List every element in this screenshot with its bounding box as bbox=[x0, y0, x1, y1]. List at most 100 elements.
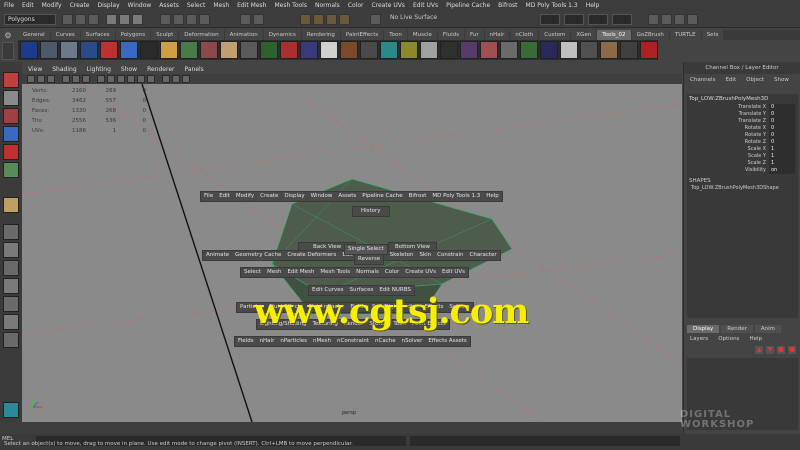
camera-attributes-icon[interactable] bbox=[27, 75, 35, 83]
shelf-tab-fur[interactable]: Fur bbox=[464, 30, 484, 40]
shelf-tab-fluids[interactable]: Fluids bbox=[437, 30, 464, 40]
hotbox-item-assets[interactable]: Assets bbox=[338, 191, 356, 202]
hotbox-item-constrain[interactable]: Constrain bbox=[437, 250, 463, 261]
shelf-tab-sculpt[interactable]: Sculpt bbox=[151, 30, 179, 40]
hotbox-item-file[interactable]: File bbox=[204, 191, 213, 202]
menu-modify[interactable]: Modify bbox=[42, 2, 62, 9]
grid-toggle-icon[interactable] bbox=[62, 75, 70, 83]
menu-color[interactable]: Color bbox=[348, 2, 364, 9]
shelf-tool-icon[interactable] bbox=[160, 41, 178, 59]
hotbox-item-help[interactable]: Help bbox=[486, 191, 499, 202]
z-field[interactable] bbox=[612, 14, 632, 25]
shelf-tab-gozbrush[interactable]: GoZBrush bbox=[631, 30, 669, 40]
shelf-tab-polygons[interactable]: Polygons bbox=[115, 30, 151, 40]
channel-tab-show[interactable]: Show bbox=[774, 74, 789, 86]
select-hierarchy-icon[interactable] bbox=[106, 14, 117, 25]
hotbox-ndynamics-menus[interactable]: Fields nHair nParticles nMesh nConstraint nCa… bbox=[234, 336, 471, 347]
menu-select[interactable]: Select bbox=[187, 2, 206, 9]
shelf-tool-icon[interactable] bbox=[260, 41, 278, 59]
attr-value[interactable]: 1 bbox=[769, 160, 795, 167]
shelf-tab-curves[interactable]: Curves bbox=[50, 30, 80, 40]
shelf-tool-icon[interactable] bbox=[300, 41, 318, 59]
hotbox-item-edit[interactable]: Edit bbox=[219, 191, 230, 202]
attr-row-rotate-y[interactable]: Rotate Y0 bbox=[687, 132, 798, 139]
toggle-sidebar-icon[interactable] bbox=[648, 14, 659, 25]
layout-icon-b[interactable] bbox=[3, 332, 19, 348]
resolution-gate-icon[interactable] bbox=[82, 75, 90, 83]
hotbox-reverse[interactable]: Reverse bbox=[354, 254, 385, 265]
transform-mode-field[interactable] bbox=[540, 14, 560, 25]
four-view-icon[interactable] bbox=[3, 242, 19, 258]
menu-md-poly-tools-1-3[interactable]: MD Poly Tools 1.3 bbox=[526, 2, 578, 9]
xray-icon[interactable] bbox=[162, 75, 170, 83]
attr-value[interactable]: on bbox=[769, 167, 795, 174]
menu-edit-mesh[interactable]: Edit Mesh bbox=[237, 2, 266, 9]
panel-menu-show[interactable]: Show bbox=[121, 65, 137, 74]
shelf-tab-painteffects[interactable]: PaintEffects bbox=[340, 30, 384, 40]
shelf-tool-icon[interactable] bbox=[100, 41, 118, 59]
attr-value[interactable]: 0 bbox=[769, 139, 795, 146]
attr-row-rotate-z[interactable]: Rotate Z0 bbox=[687, 139, 798, 146]
hotbox-modeling-menus[interactable]: Select Mesh Edit Mesh Mesh Tools Normals Colo… bbox=[240, 267, 470, 278]
layer-tab-render[interactable]: Render bbox=[721, 325, 753, 333]
channel-tab-edit[interactable]: Edit bbox=[725, 74, 736, 86]
image-plane-icon[interactable] bbox=[47, 75, 55, 83]
wireframe-on-shaded-icon[interactable] bbox=[117, 75, 125, 83]
snap-grid-icon[interactable] bbox=[160, 14, 171, 25]
hotbox-item-pipeline-cache[interactable]: Pipeline Cache bbox=[362, 191, 402, 202]
shelf-tool-icon[interactable] bbox=[640, 41, 658, 59]
attr-row-scale-x[interactable]: Scale X1 bbox=[687, 146, 798, 153]
attr-value[interactable]: 1 bbox=[769, 153, 795, 160]
layer-menu-layers[interactable]: Layers bbox=[690, 336, 708, 342]
snap-view-plane-icon[interactable] bbox=[199, 14, 210, 25]
channel-tab-channels[interactable]: Channels bbox=[690, 74, 715, 86]
persp-graph-icon[interactable] bbox=[3, 278, 19, 294]
render-settings-icon[interactable] bbox=[339, 14, 350, 25]
shelf-tab-muscle[interactable]: Muscle bbox=[407, 30, 437, 40]
hotbox-item-character[interactable]: Character bbox=[470, 250, 497, 261]
hotbox-item-skeleton[interactable]: Skeleton bbox=[390, 250, 414, 261]
shelf-tab-sets[interactable]: Sets bbox=[701, 30, 724, 40]
panel-menu-lighting[interactable]: Lighting bbox=[87, 65, 111, 74]
shelf-tab-ncloth[interactable]: nCloth bbox=[510, 30, 539, 40]
shelf-tool-icon[interactable] bbox=[40, 41, 58, 59]
x-field[interactable] bbox=[564, 14, 584, 25]
hotbox-item-window[interactable]: Window bbox=[311, 191, 333, 202]
select-tool-icon[interactable] bbox=[3, 72, 19, 88]
attr-value[interactable]: 0 bbox=[769, 104, 795, 111]
select-component-icon[interactable] bbox=[132, 14, 143, 25]
render-current-icon[interactable] bbox=[313, 14, 324, 25]
shelf-tab-xgen[interactable]: XGen bbox=[571, 30, 597, 40]
hotbox-item-mesh[interactable]: Mesh bbox=[267, 267, 281, 278]
hotbox-item-fields[interactable]: Fields bbox=[238, 336, 254, 347]
hotbox-item-edit-uvs[interactable]: Edit UVs bbox=[442, 267, 465, 278]
shelf-tool-icon[interactable] bbox=[60, 41, 78, 59]
attr-row-translate-x[interactable]: Translate X0 bbox=[687, 104, 798, 111]
shelf-tool-icon[interactable] bbox=[520, 41, 538, 59]
new-scene-icon[interactable] bbox=[62, 14, 73, 25]
ipr-render-icon[interactable] bbox=[326, 14, 337, 25]
open-scene-icon[interactable] bbox=[75, 14, 86, 25]
shelf-tab-custom[interactable]: Custom bbox=[539, 30, 571, 40]
hotbox-item-select[interactable]: Select bbox=[244, 267, 261, 278]
hotbox-item-create[interactable]: Create bbox=[260, 191, 278, 202]
menu-create-uvs[interactable]: Create UVs bbox=[371, 2, 404, 9]
menu-set-dropdown[interactable]: Polygons bbox=[4, 14, 56, 25]
attr-value[interactable]: 0 bbox=[769, 132, 795, 139]
paint-select-icon[interactable] bbox=[3, 108, 19, 124]
hotbox-item-nparticles[interactable]: nParticles bbox=[280, 336, 307, 347]
menu-normals[interactable]: Normals bbox=[315, 2, 340, 9]
menu-help[interactable]: Help bbox=[586, 2, 600, 9]
y-field[interactable] bbox=[588, 14, 608, 25]
attr-value[interactable]: 0 bbox=[769, 125, 795, 132]
hotbox-item-bifrost[interactable]: Bifrost bbox=[409, 191, 427, 202]
hotbox-item-nsolver[interactable]: nSolver bbox=[402, 336, 423, 347]
shelf-tool-icon[interactable] bbox=[180, 41, 198, 59]
render-view-icon[interactable] bbox=[300, 14, 311, 25]
lasso-tool-icon[interactable] bbox=[3, 90, 19, 106]
attr-row-scale-z[interactable]: Scale Z1 bbox=[687, 160, 798, 167]
hypershade-layout-icon[interactable] bbox=[3, 296, 19, 312]
channel-tab-object[interactable]: Object bbox=[746, 74, 764, 86]
shelf-tab-dynamics[interactable]: Dynamics bbox=[263, 30, 301, 40]
persp-outliner-icon[interactable] bbox=[3, 260, 19, 276]
